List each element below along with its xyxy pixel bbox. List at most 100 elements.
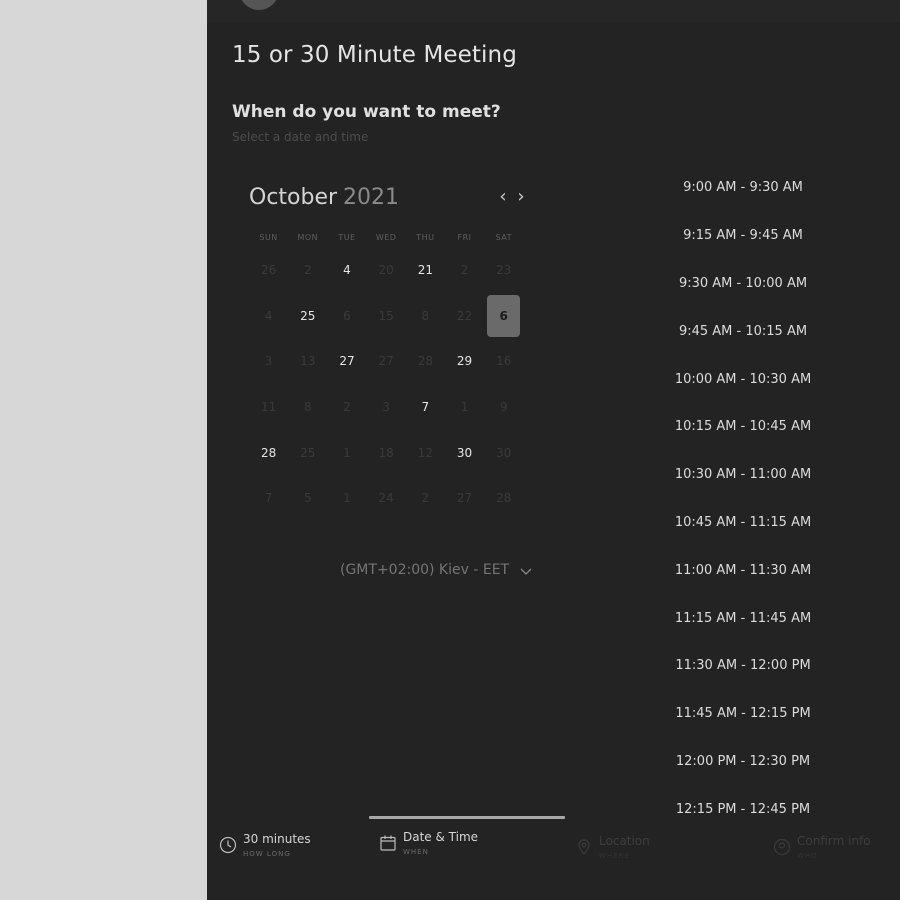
- unavailable-day: 1: [460, 399, 469, 414]
- step-where[interactable]: Location WHERE: [575, 834, 650, 860]
- location-icon: [575, 838, 593, 856]
- next-month-button[interactable]: ›: [512, 186, 530, 208]
- unavailable-day: 27: [378, 354, 394, 369]
- unavailable-day: 24: [378, 491, 394, 506]
- step-when[interactable]: Date & Time WHEN: [379, 830, 478, 856]
- step-sub: WHO: [797, 852, 818, 860]
- unavailable-day: 30: [496, 445, 512, 460]
- time-slot-button[interactable]: 12:00 PM - 12:30 PM: [676, 738, 810, 786]
- step-sub: WHERE: [599, 852, 630, 860]
- weekday-label: SUN: [259, 233, 278, 242]
- available-day[interactable]: 7: [406, 386, 445, 428]
- unavailable-day: 15: [378, 308, 394, 323]
- unavailable-day: 5: [303, 491, 312, 506]
- time-slot-button[interactable]: 10:00 AM - 10:30 AM: [675, 355, 811, 403]
- unavailable-day: 2: [303, 262, 312, 277]
- calendar-week: 7 5 1 24 2 27 28: [249, 475, 523, 521]
- unavailable-day: 28: [496, 491, 512, 506]
- unavailable-day: 3: [264, 354, 273, 369]
- weekday-label: THU: [416, 233, 435, 242]
- weekday-label: WED: [375, 233, 397, 242]
- calendar-week: 4 25 6 15 8 22 6: [249, 293, 523, 339]
- month-name: October: [249, 185, 338, 210]
- time-slot-button[interactable]: 9:15 AM - 9:45 AM: [679, 212, 807, 260]
- avatar: [239, 0, 279, 10]
- time-slot-list: 9:00 AM - 9:30 AM 9:15 AM - 9:45 AM 9:30 A…: [675, 164, 811, 833]
- calendar-week: 28 25 1 18 12 30 30: [249, 430, 523, 476]
- booking-panel: 15 or 30 Minute Meeting When do you want…: [207, 0, 900, 900]
- calendar-grid: SUN MON TUE WED THU FRI SAT 26 2 4 20 21 2 23 4 25 6 15 8…: [249, 233, 523, 521]
- unavailable-day: 8: [303, 399, 312, 414]
- top-bar: [207, 0, 900, 22]
- step-label: Confirm info: [797, 834, 871, 848]
- available-day[interactable]: 21: [406, 249, 445, 291]
- chevron-down-icon[interactable]: [520, 565, 532, 579]
- progress-steps: 30 minutes HOW LONG Date & Time WHEN Loc…: [207, 812, 900, 900]
- unavailable-day: 22: [456, 308, 473, 323]
- month-title: October 2021: [249, 185, 399, 210]
- time-slot-button[interactable]: 10:45 AM - 11:15 AM: [675, 499, 811, 547]
- unavailable-day: 26: [260, 262, 277, 277]
- available-day[interactable]: 29: [445, 340, 484, 382]
- clock-icon: [219, 836, 237, 854]
- step-how-long[interactable]: 30 minutes HOW LONG: [219, 832, 311, 858]
- unavailable-day: 12: [417, 445, 433, 460]
- time-slot-button[interactable]: 10:15 AM - 10:45 AM: [675, 403, 811, 451]
- calendar-week: 3 13 27 27 28 29 16: [249, 338, 523, 384]
- month-year: 2021: [343, 185, 400, 210]
- time-slot-button[interactable]: 9:45 AM - 10:15 AM: [679, 307, 807, 355]
- available-day[interactable]: 4: [327, 249, 366, 291]
- left-background: [0, 0, 207, 900]
- unavailable-day: 8: [421, 308, 430, 323]
- timezone-select[interactable]: (GMT+02:00) Kiev - EET: [340, 562, 509, 578]
- available-day[interactable]: 27: [327, 340, 366, 382]
- unavailable-day: 20: [378, 262, 394, 277]
- selected-day[interactable]: 6: [487, 294, 521, 337]
- time-slot-button[interactable]: 9:30 AM - 10:00 AM: [679, 260, 807, 308]
- available-day[interactable]: 28: [249, 432, 288, 474]
- weekday-label: MON: [297, 233, 319, 242]
- date-subtitle: Select a date and time: [232, 130, 369, 144]
- weekday-label: TUE: [338, 233, 356, 242]
- unavailable-day: 2: [343, 399, 351, 414]
- calendar-week: 26 2 4 20 21 2 23: [249, 247, 523, 293]
- weekday-label: FRI: [457, 233, 472, 242]
- unavailable-day: 18: [378, 445, 394, 460]
- unavailable-day: 1: [343, 491, 351, 506]
- time-slot-button[interactable]: 11:45 AM - 12:15 PM: [675, 690, 810, 738]
- weekday-header: SUN MON TUE WED THU FRI SAT: [249, 233, 523, 247]
- unavailable-day: 9: [499, 399, 508, 414]
- time-slot-button[interactable]: 11:15 AM - 11:45 AM: [675, 594, 811, 642]
- unavailable-day: 23: [496, 262, 512, 277]
- step-progress-bar: [369, 816, 565, 819]
- unavailable-day: 28: [417, 354, 433, 369]
- time-slot-button[interactable]: 9:00 AM - 9:30 AM: [679, 164, 807, 212]
- step-sub: WHEN: [403, 848, 429, 856]
- user-icon: [773, 838, 791, 856]
- time-slot-button[interactable]: 10:30 AM - 11:00 AM: [675, 451, 811, 499]
- unavailable-day: 4: [264, 308, 273, 323]
- available-day[interactable]: 30: [445, 432, 484, 474]
- unavailable-day: 3: [382, 399, 390, 414]
- available-day[interactable]: 25: [288, 295, 327, 337]
- time-slot-button[interactable]: 11:00 AM - 11:30 AM: [675, 546, 811, 594]
- chevron-right-icon: ›: [517, 186, 525, 207]
- step-who[interactable]: Confirm info WHO: [773, 834, 871, 860]
- unavailable-day: 25: [300, 445, 316, 460]
- step-label: Date & Time: [403, 830, 479, 844]
- unavailable-day: 6: [343, 308, 351, 323]
- unavailable-day: 2: [460, 262, 469, 277]
- unavailable-day: 11: [260, 399, 277, 414]
- step-label: Location: [599, 834, 650, 848]
- unavailable-day: 13: [300, 354, 316, 369]
- step-sub: HOW LONG: [243, 850, 291, 858]
- meeting-title: 15 or 30 Minute Meeting: [232, 42, 517, 68]
- unavailable-day: 27: [456, 491, 473, 506]
- date-question: When do you want to meet?: [232, 102, 501, 122]
- prev-month-button[interactable]: ‹: [494, 186, 512, 208]
- calendar-week: 11 8 2 3 7 1 9: [249, 384, 523, 430]
- unavailable-day: 1: [343, 445, 351, 460]
- chevron-left-icon: ‹: [499, 186, 507, 207]
- unavailable-day: 7: [264, 491, 273, 506]
- time-slot-button[interactable]: 11:30 AM - 12:00 PM: [675, 642, 810, 690]
